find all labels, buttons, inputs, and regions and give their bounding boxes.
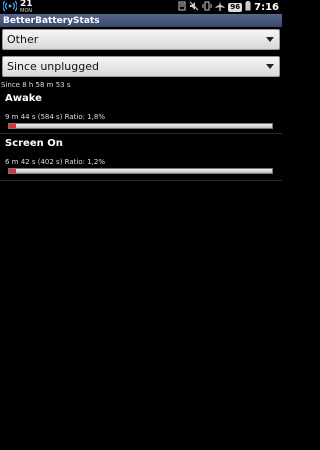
stat-detail: 9 m 44 s (584 s) Ratio: 1,8% [5,113,105,121]
stat-type-spinner[interactable]: Other [2,29,280,50]
stat-detail: 6 m 42 s (402 s) Ratio: 1,2% [5,158,105,166]
divider [0,180,282,181]
app-title: BetterBatteryStats [3,15,100,26]
vibrate-icon [202,1,212,14]
stat-ratio-bar [8,168,273,174]
reference-value: Since unplugged [7,60,99,73]
stat-type-value: Other [7,33,39,46]
divider [0,133,282,134]
app-title-bar: BetterBatteryStats [0,14,282,27]
wifi-tethering-icon [2,0,18,14]
status-bar: 21 MON 96 7:16 [0,0,282,14]
status-time: 7:16 [254,1,279,13]
dropdown-arrow-icon [266,64,274,69]
notification-icon [178,1,186,14]
status-date: 21 MON [20,0,33,14]
stat-row-screen-on[interactable]: Screen On 6 m 42 s (402 s) Ratio: 1,2% [0,137,282,181]
reference-spinner[interactable]: Since unplugged [2,56,280,77]
dropdown-arrow-icon [266,37,274,42]
since-duration: Since 8 h 58 m 53 s [1,81,71,89]
stat-ratio-bar [8,123,273,129]
battery-icon [245,0,251,14]
stat-ratio-fill [9,169,16,173]
airplane-mode-icon [215,1,225,14]
stat-row-awake[interactable]: Awake 9 m 44 s (584 s) Ratio: 1,8% [0,92,282,136]
stat-title: Screen On [5,138,63,149]
battery-level-badge: 96 [228,2,243,12]
stat-ratio-fill [9,124,16,128]
stat-title: Awake [5,93,42,104]
mute-icon [189,1,199,14]
